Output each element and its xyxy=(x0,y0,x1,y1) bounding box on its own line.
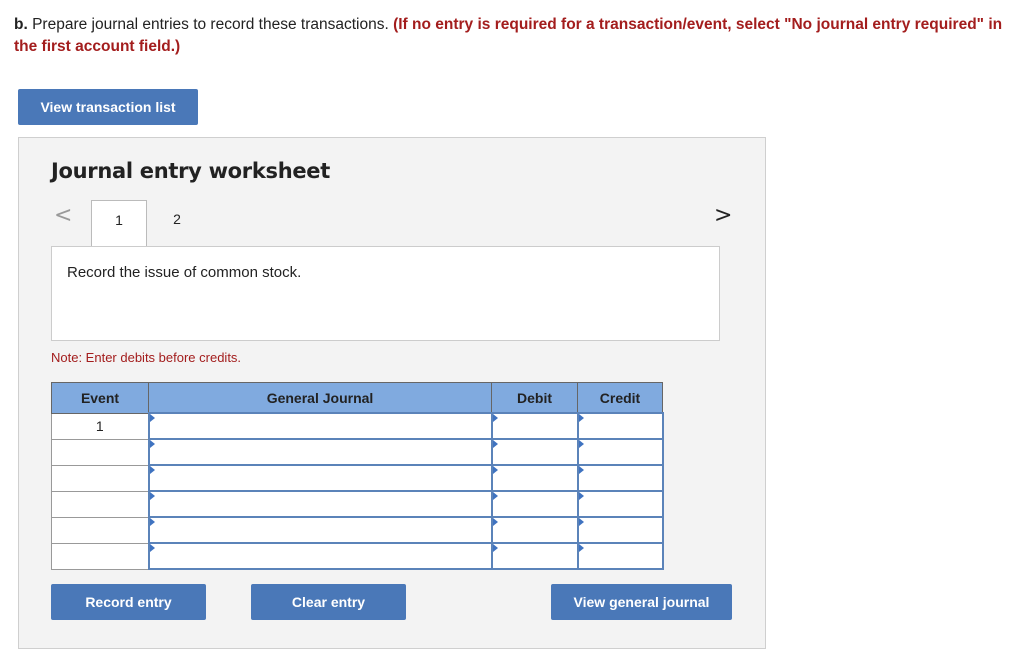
col-event: Event xyxy=(51,382,149,414)
instructions: b. Prepare journal entries to record the… xyxy=(14,14,1022,58)
table-row xyxy=(51,490,664,518)
worksheet-title: Journal entry worksheet xyxy=(51,159,330,183)
col-credit: Credit xyxy=(577,382,663,414)
record-entry-button[interactable]: Record entry xyxy=(51,584,206,620)
event-cell xyxy=(51,516,149,544)
transaction-description: Record the issue of common stock. xyxy=(51,246,720,341)
event-cell xyxy=(51,464,149,492)
table-row xyxy=(51,516,664,544)
account-input[interactable] xyxy=(147,490,493,518)
account-input[interactable] xyxy=(147,464,493,492)
table-row xyxy=(51,438,664,466)
tab-2[interactable]: 2 xyxy=(160,211,194,227)
table-row xyxy=(51,542,664,570)
debit-input[interactable] xyxy=(490,490,579,518)
col-general-journal: General Journal xyxy=(148,382,492,414)
debit-input[interactable] xyxy=(490,516,579,544)
credit-input[interactable] xyxy=(576,438,664,466)
table-row xyxy=(51,464,664,492)
note: Note: Enter debits before credits. xyxy=(51,350,242,365)
event-cell xyxy=(51,438,149,466)
debit-input[interactable] xyxy=(490,542,579,570)
instruction-text: Prepare journal entries to record these … xyxy=(27,16,394,33)
tab-1[interactable]: 1 xyxy=(91,200,147,247)
account-input[interactable] xyxy=(147,412,493,440)
part-label: b. xyxy=(14,16,28,33)
credit-input[interactable] xyxy=(576,464,664,492)
view-transaction-list-button[interactable]: View transaction list xyxy=(18,89,198,125)
debit-input[interactable] xyxy=(490,412,579,440)
event-cell xyxy=(51,490,149,518)
event-cell: 1 xyxy=(51,412,149,440)
view-general-journal-button[interactable]: View general journal xyxy=(551,584,732,620)
journal-table: Event General Journal Debit Credit 1 xyxy=(51,382,664,570)
debit-input[interactable] xyxy=(490,464,579,492)
credit-input[interactable] xyxy=(576,490,664,518)
account-input[interactable] xyxy=(147,438,493,466)
debit-input[interactable] xyxy=(490,438,579,466)
col-debit: Debit xyxy=(491,382,578,414)
account-input[interactable] xyxy=(147,542,493,570)
credit-input[interactable] xyxy=(576,412,664,440)
credit-input[interactable] xyxy=(576,516,664,544)
table-row: 1 xyxy=(51,412,664,440)
account-input[interactable] xyxy=(147,516,493,544)
credit-input[interactable] xyxy=(576,542,664,570)
clear-entry-button[interactable]: Clear entry xyxy=(251,584,406,620)
chevron-left-icon[interactable]: < xyxy=(54,203,72,228)
event-cell xyxy=(51,542,149,570)
chevron-right-icon[interactable]: > xyxy=(714,203,732,228)
